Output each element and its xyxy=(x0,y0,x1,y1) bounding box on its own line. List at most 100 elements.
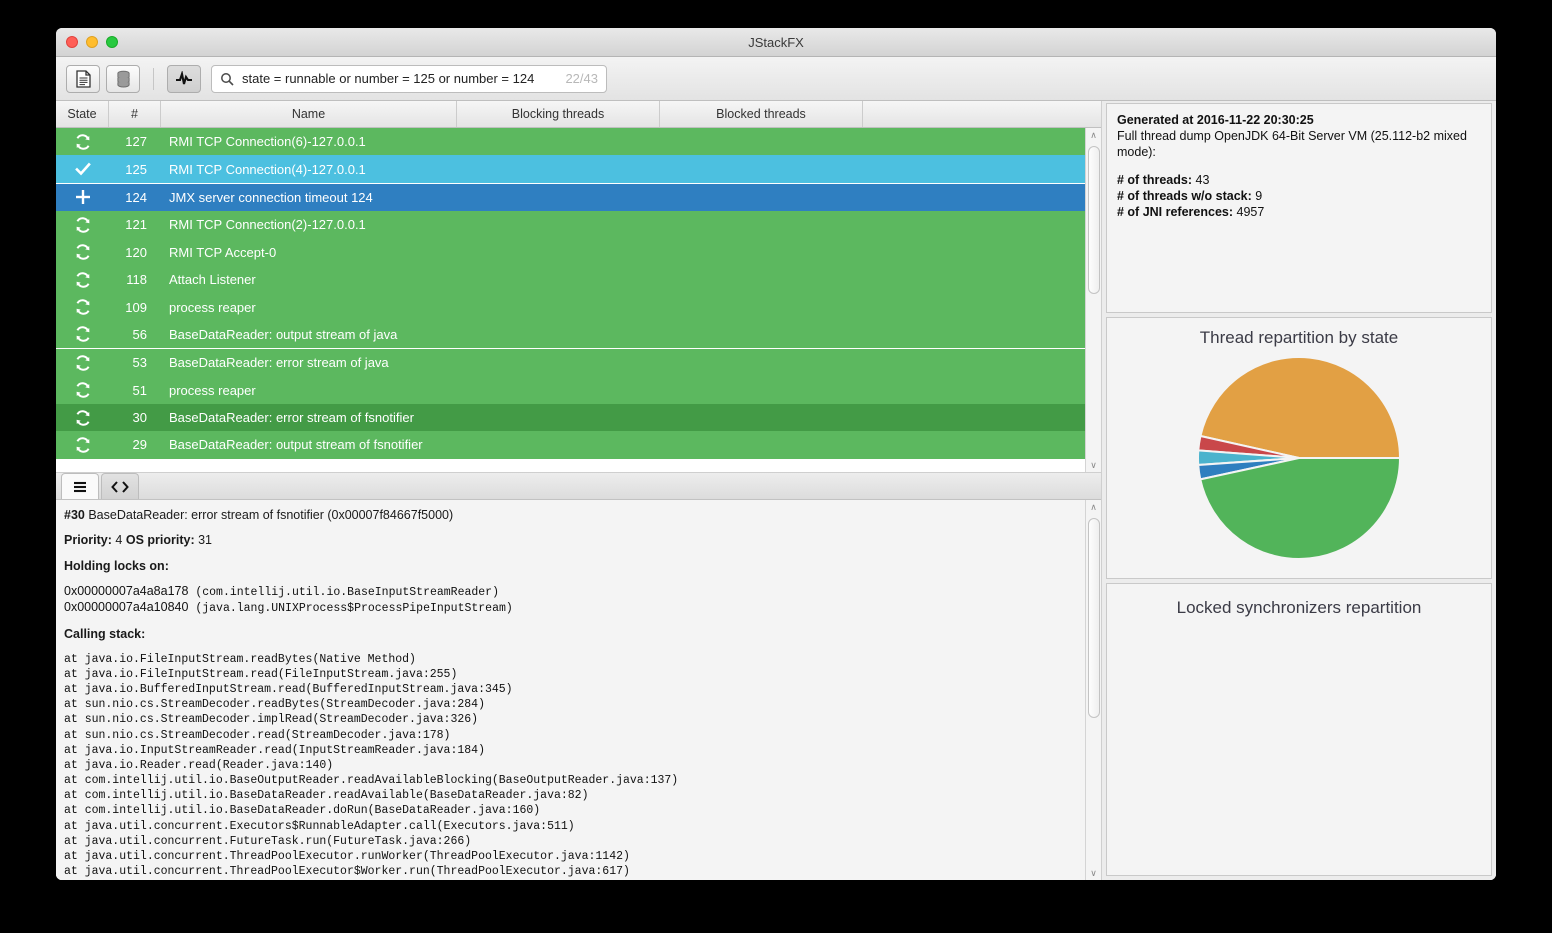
detail-thread-name: BaseDataReader: error stream of fsnotifi… xyxy=(88,508,453,522)
search-field[interactable]: 22/43 xyxy=(211,65,607,93)
stack-frame: at java.util.concurrent.ThreadPoolExecut… xyxy=(64,864,1075,879)
sync-icon xyxy=(56,298,109,316)
detail-scrollbar-track[interactable] xyxy=(1086,514,1101,866)
priority-value: 4 xyxy=(115,533,122,547)
scrollbar-thumb[interactable] xyxy=(1088,146,1100,294)
list-icon xyxy=(72,481,88,493)
row-thread-name: RMI TCP Connection(4)-127.0.0.1 xyxy=(161,162,1085,177)
table-row[interactable]: 121RMI TCP Connection(2)-127.0.0.1 xyxy=(56,211,1085,238)
holding-locks-label: Holding locks on: xyxy=(64,559,1075,574)
sync-icon xyxy=(56,133,109,151)
generated-label: Generated at xyxy=(1117,113,1193,127)
row-thread-name: BaseDataReader: error stream of java xyxy=(161,355,1085,370)
desktop-background: JStackFX xyxy=(0,0,1552,933)
column-header-extra[interactable] xyxy=(863,101,1101,127)
row-thread-number: 56 xyxy=(109,327,161,342)
column-header-blocked[interactable]: Blocked threads xyxy=(660,101,863,127)
row-thread-name: BaseDataReader: error stream of fsnotifi… xyxy=(161,410,1085,425)
table-row[interactable]: 125RMI TCP Connection(4)-127.0.0.1 xyxy=(56,155,1085,182)
toolbar: 22/43 xyxy=(56,57,1496,101)
stack-frame: at java.io.FileInputStream.read(FileInpu… xyxy=(64,667,1075,682)
detail-vertical-scrollbar[interactable]: ∧ ∨ xyxy=(1085,500,1101,880)
thread-state-pie-panel: Thread repartition by state xyxy=(1106,317,1492,579)
stack-frame: at com.intellij.util.io.BaseDataReader.r… xyxy=(64,788,1075,803)
row-thread-name: Attach Listener xyxy=(161,272,1085,287)
dump-info-panel: Generated at 2016-11-22 20:30:25 Full th… xyxy=(1106,103,1492,313)
window-title: JStackFX xyxy=(56,35,1496,50)
sync-icon xyxy=(56,271,109,289)
row-thread-number: 109 xyxy=(109,300,161,315)
main-body: State # Name Blocking threads Blocked th… xyxy=(56,101,1496,880)
row-thread-name: JMX server connection timeout 124 xyxy=(161,190,1085,205)
row-thread-name: RMI TCP Connection(2)-127.0.0.1 xyxy=(161,217,1085,232)
table-vertical-scrollbar[interactable]: ∧ ∨ xyxy=(1085,128,1101,472)
sync-icon xyxy=(56,436,109,454)
row-thread-number: 120 xyxy=(109,245,161,260)
table-row[interactable]: 109process reaper xyxy=(56,293,1085,320)
tab-formatted-view[interactable] xyxy=(61,473,99,499)
table-row[interactable]: 118Attach Listener xyxy=(56,266,1085,293)
detail-scroll-up-arrow[interactable]: ∧ xyxy=(1086,500,1101,514)
row-thread-name: process reaper xyxy=(161,383,1085,398)
row-thread-number: 51 xyxy=(109,383,161,398)
pie-chart-title: Thread repartition by state xyxy=(1200,328,1398,348)
column-header-blocking[interactable]: Blocking threads xyxy=(457,101,660,127)
table-row[interactable]: 120RMI TCP Accept-0 xyxy=(56,239,1085,266)
table-row[interactable]: 124JMX server connection timeout 124 xyxy=(56,184,1085,211)
row-thread-name: process reaper xyxy=(161,300,1085,315)
thread-state-pie-chart[interactable] xyxy=(1179,350,1419,566)
threads-value: 43 xyxy=(1196,173,1210,187)
detail-priority-line: Priority: 4 OS priority: 31 xyxy=(64,533,1075,548)
stack-frame: at java.io.InputStreamReader.read(InputS… xyxy=(64,743,1075,758)
stack-frame: at sun.nio.cs.StreamDecoder.read(StreamD… xyxy=(64,728,1075,743)
row-thread-number: 125 xyxy=(109,162,161,177)
table-row[interactable]: 56BaseDataReader: output stream of java xyxy=(56,321,1085,348)
detail-text-area: #30 BaseDataReader: error stream of fsno… xyxy=(56,500,1085,880)
stack-frame: at sun.nio.cs.StreamDecoder.readBytes(St… xyxy=(64,697,1075,712)
stack-frame: at com.intellij.util.io.BaseDataReader.d… xyxy=(64,803,1075,818)
stack-frame: at sun.nio.cs.StreamDecoder.implRead(Str… xyxy=(64,712,1075,727)
lock-address: 0x00000007a4a8a178 xyxy=(64,584,188,598)
detail-scrollbar-thumb[interactable] xyxy=(1088,518,1100,718)
os-priority-value: 31 xyxy=(198,533,212,547)
table-row[interactable]: 51process reaper xyxy=(56,377,1085,404)
table-row[interactable]: 30BaseDataReader: error stream of fsnoti… xyxy=(56,404,1085,431)
sync-icon xyxy=(56,216,109,234)
scrollbar-track[interactable] xyxy=(1086,142,1101,458)
table-row[interactable]: 53BaseDataReader: error stream of java xyxy=(56,349,1085,376)
dump-header-line: Full thread dump OpenJDK 64-Bit Server V… xyxy=(1117,128,1481,160)
thread-detail-pane: #30 BaseDataReader: error stream of fsno… xyxy=(56,473,1101,880)
database-button[interactable] xyxy=(106,65,140,93)
stack-frame: at java.util.concurrent.FutureTask.run(F… xyxy=(64,834,1075,849)
threads-count-line: # of threads: 43 xyxy=(1117,172,1481,188)
row-thread-name: BaseDataReader: output stream of java xyxy=(161,327,1085,342)
scroll-down-arrow[interactable]: ∨ xyxy=(1086,458,1101,472)
scroll-up-arrow[interactable]: ∧ xyxy=(1086,128,1101,142)
column-header-number[interactable]: # xyxy=(109,101,161,127)
row-thread-number: 29 xyxy=(109,437,161,452)
check-icon xyxy=(56,160,109,178)
search-input[interactable] xyxy=(242,71,559,86)
generated-value: 2016-11-22 20:30:25 xyxy=(1197,113,1314,127)
table-row[interactable]: 127RMI TCP Connection(6)-127.0.0.1 xyxy=(56,128,1085,155)
column-header-state[interactable]: State xyxy=(56,101,109,127)
calling-stack-label: Calling stack: xyxy=(64,627,1075,642)
spacer xyxy=(64,617,1075,627)
table-row[interactable]: 29BaseDataReader: output stream of fsnot… xyxy=(56,431,1085,458)
lock-list: 0x00000007a4a8a178 (com.intellij.util.io… xyxy=(64,584,1075,617)
lock-class: (java.lang.UNIXProcess$ProcessPipeInputS… xyxy=(188,602,512,615)
column-header-name[interactable]: Name xyxy=(161,101,457,127)
document-icon xyxy=(76,70,91,88)
os-priority-label: OS priority: xyxy=(126,533,195,547)
locked-synchronizers-title: Locked synchronizers repartition xyxy=(1177,598,1422,618)
detail-scroll-down-arrow[interactable]: ∨ xyxy=(1086,866,1101,880)
analyze-button[interactable] xyxy=(167,65,201,93)
tab-raw-view[interactable] xyxy=(101,473,139,499)
open-file-button[interactable] xyxy=(66,65,100,93)
pie-slice-runnable[interactable] xyxy=(1200,458,1400,559)
stack-frame: at java.io.Reader.read(Reader.java:140) xyxy=(64,758,1075,773)
stack-frame: at com.intellij.util.io.BaseOutputReader… xyxy=(64,773,1075,788)
row-thread-name: RMI TCP Connection(6)-127.0.0.1 xyxy=(161,134,1085,149)
priority-label: Priority: xyxy=(64,533,112,547)
stack-frame: at java.io.BufferedInputStream.read(Buff… xyxy=(64,682,1075,697)
